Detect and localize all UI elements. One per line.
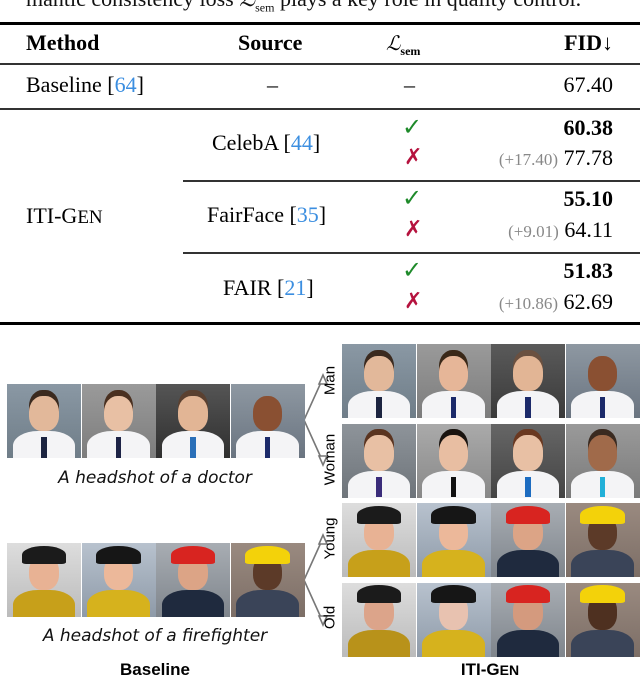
- source-label: CelebA: [212, 130, 284, 155]
- old-firefighter-photo: [342, 582, 416, 657]
- man-doctor-photo: [416, 344, 491, 418]
- header-loss: ℒsem: [386, 31, 420, 59]
- citation-link[interactable]: 35: [297, 202, 319, 227]
- doctor-photo: [156, 384, 230, 458]
- check-icon: ✓: [402, 184, 423, 212]
- loss-subscript: sem: [255, 0, 275, 15]
- bottom-rule: [0, 322, 640, 325]
- row-label-woman: Woman: [321, 433, 339, 486]
- top-rule: [0, 22, 640, 25]
- cross-icon: ✗: [404, 289, 423, 314]
- header-method: Method: [26, 30, 100, 55]
- woman-doctor-photo: [416, 423, 491, 498]
- man-doctor-photo: [491, 344, 565, 418]
- source-label: FairFace: [207, 202, 290, 227]
- source-label: FAIR: [223, 275, 277, 300]
- citation-link[interactable]: 64: [115, 72, 137, 97]
- source-celeba: CelebA [44]: [212, 130, 321, 155]
- method-prefix: ITI-G: [26, 203, 78, 228]
- fid-delta: (+17.40): [498, 150, 558, 169]
- citation-link[interactable]: 44: [291, 130, 313, 155]
- header-rule: [0, 63, 640, 65]
- doctor-prompt: A headshot of a doctor: [58, 468, 252, 488]
- fid-value: 62.69: [563, 289, 614, 314]
- old-firefighter-photo: [416, 582, 491, 657]
- baseline-fid: 67.40: [563, 72, 614, 97]
- fid-without-loss: (+10.86) 62.69: [499, 289, 613, 315]
- woman-doctor-photo: [342, 423, 416, 498]
- row-label-old: Old: [321, 605, 339, 630]
- baseline-method: Baseline [64]: [26, 72, 144, 97]
- firefighter-photo: [81, 543, 156, 617]
- row-label-young: Young: [321, 517, 339, 560]
- man-doctor-photo: [565, 344, 640, 418]
- iti-gen-label: ITI-GEN: [340, 660, 640, 680]
- fid-without-loss: (+9.01) 64.11: [508, 217, 613, 243]
- check-icon: ✓: [402, 256, 423, 284]
- baseline-loss: –: [404, 72, 415, 97]
- check-icon: ✓: [402, 113, 423, 141]
- group-rule: [183, 252, 640, 254]
- label-prefix: ITI-G: [460, 660, 500, 679]
- woman-doctor-photo: [565, 423, 640, 498]
- citation-link[interactable]: 21: [284, 275, 306, 300]
- man-doctor-photo: [342, 344, 416, 418]
- row-label-man: Man: [321, 365, 339, 396]
- baseline-source: –: [267, 72, 278, 97]
- loss-subscript: sem: [400, 44, 421, 58]
- fid-delta: (+9.01): [508, 222, 559, 241]
- young-firefighter-photo: [491, 503, 565, 577]
- caption-text-end: plays a key role in quality control.: [274, 0, 581, 11]
- fid-with-loss: 55.10: [563, 186, 614, 211]
- caption-text: mantic consistency loss: [26, 0, 239, 11]
- method-suffix: EN: [77, 207, 103, 228]
- iti-gen-method: ITI-GEN: [26, 203, 103, 229]
- old-firefighter-photo: [491, 582, 565, 657]
- firefighter-photo: [230, 543, 305, 617]
- old-firefighter-photo: [565, 582, 640, 657]
- fid-with-loss: 51.83: [563, 258, 614, 283]
- baseline-label: Baseline: [120, 660, 190, 679]
- doctor-photo: [7, 384, 81, 458]
- fid-delta: (+10.86): [498, 294, 558, 313]
- young-firefighter-photo: [342, 503, 416, 577]
- header-source: Source: [238, 30, 303, 55]
- loss-symbol: ℒ: [239, 0, 255, 12]
- firefighter-photo: [7, 543, 81, 617]
- firefighter-photo: [156, 543, 230, 617]
- cross-icon: ✗: [404, 145, 423, 170]
- source-fairface: FairFace [35]: [207, 202, 327, 227]
- group-rule: [183, 180, 640, 182]
- firefighter-prompt: A headshot of a firefighter: [42, 626, 268, 646]
- header-fid: FID↓: [564, 30, 613, 55]
- baseline-label: Baseline: [26, 72, 108, 97]
- doctor-photo: [81, 384, 156, 458]
- label-suffix: EN: [499, 662, 520, 678]
- caption-fragment: mantic consistency loss ℒsem plays a key…: [26, 0, 581, 15]
- row-rule: [0, 108, 640, 110]
- doctor-photo: [230, 384, 305, 458]
- loss-symbol: ℒ: [386, 31, 401, 55]
- fid-value: 77.78: [563, 145, 614, 170]
- source-fair: FAIR [21]: [223, 275, 314, 300]
- cross-icon: ✗: [404, 217, 423, 242]
- fid-without-loss: (+17.40) 77.78: [499, 145, 613, 171]
- fid-value: 64.11: [564, 217, 613, 242]
- woman-doctor-photo: [491, 423, 565, 498]
- young-firefighter-photo: [416, 503, 491, 577]
- young-firefighter-photo: [565, 503, 640, 577]
- fid-with-loss: 60.38: [563, 115, 614, 140]
